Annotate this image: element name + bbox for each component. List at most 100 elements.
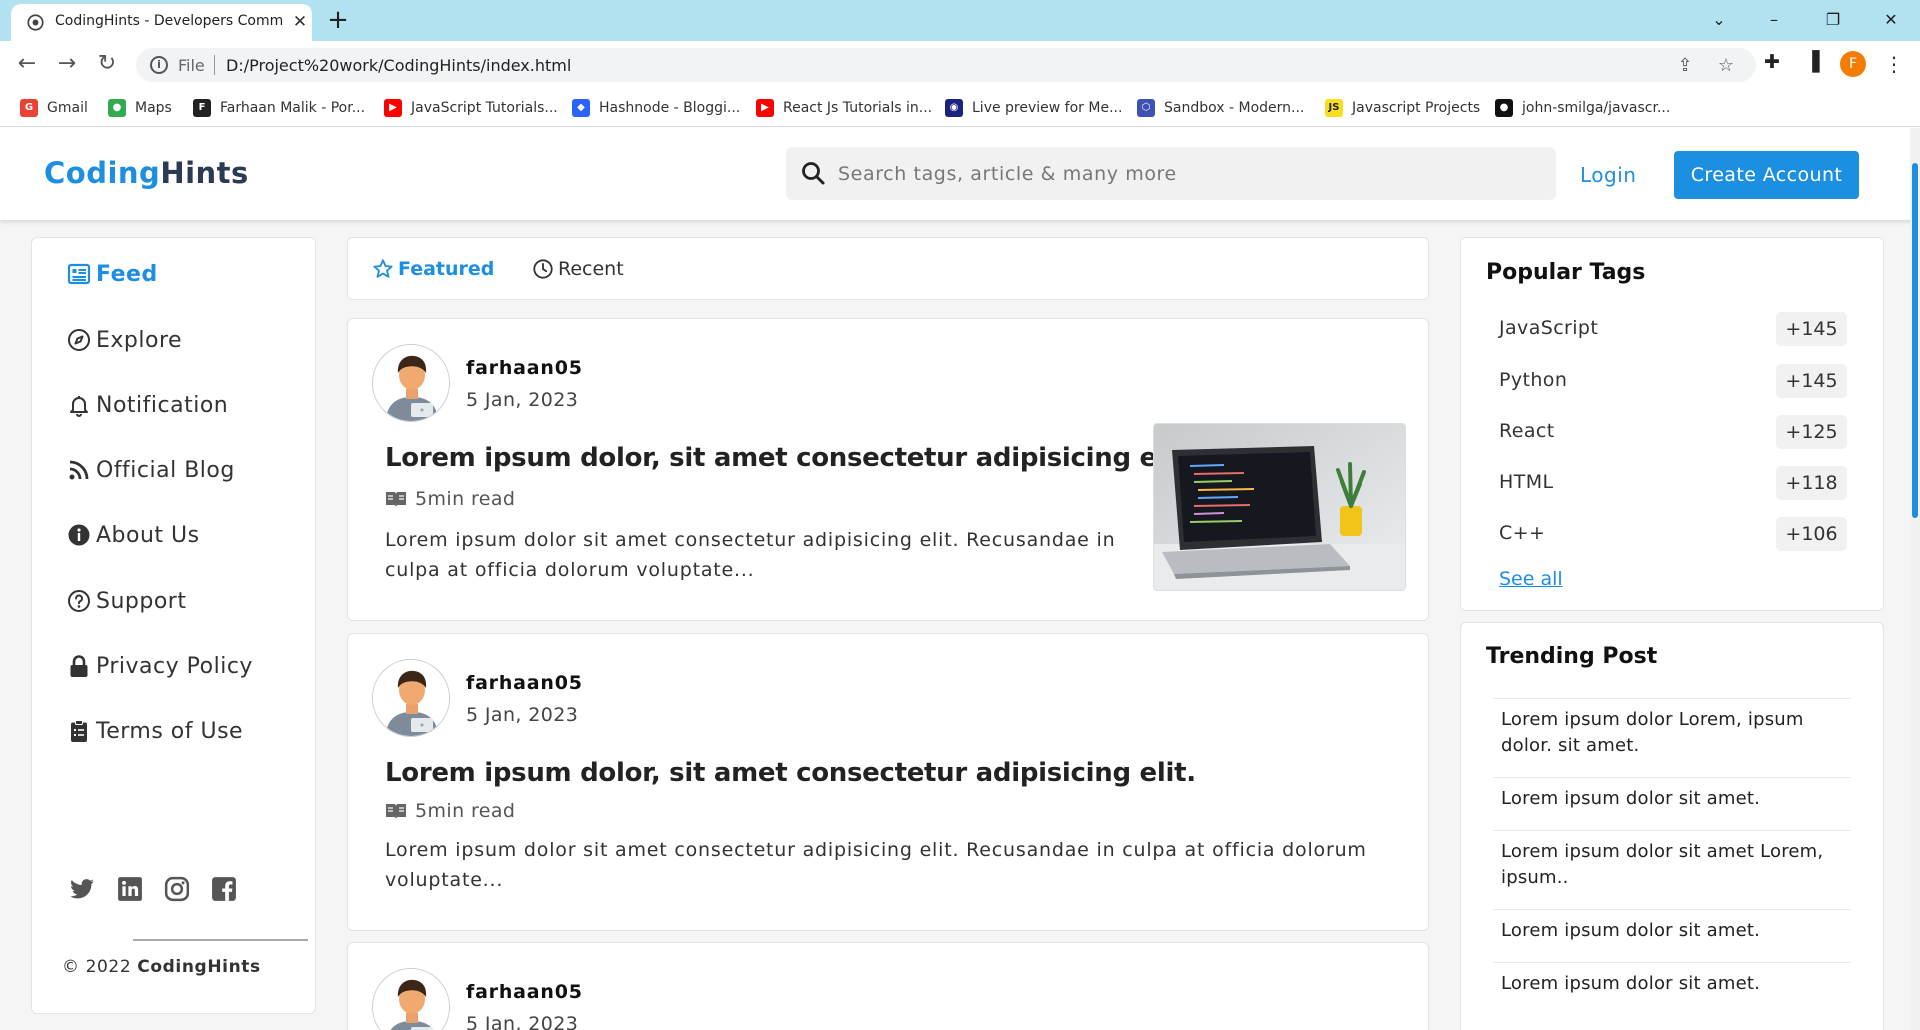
post-card[interactable]: farhaan05 5 Jan, 2023 bbox=[347, 942, 1429, 1030]
see-all-link[interactable]: See all bbox=[1499, 568, 1563, 590]
bookmark-item[interactable]: JS Javascript Projects bbox=[1325, 97, 1480, 119]
sidebar-item-notification[interactable]: Notification bbox=[67, 388, 228, 422]
globe-icon bbox=[27, 14, 44, 31]
profile-avatar[interactable]: F bbox=[1840, 51, 1866, 77]
post-thumbnail[interactable] bbox=[1153, 423, 1406, 591]
browser-toolbar: ← → ↻ i File D:/Project%20work/CodingHin… bbox=[0, 41, 1920, 89]
reload-button[interactable]: ↻ bbox=[92, 49, 122, 79]
bookmark-label: Hashnode - Bloggi... bbox=[599, 100, 741, 116]
excerpt-line: Lorem ipsum dolor sit amet consectetur a… bbox=[385, 529, 1116, 551]
search-input[interactable] bbox=[838, 147, 1538, 200]
tag-name[interactable]: JavaScript bbox=[1499, 317, 1598, 339]
star-icon bbox=[373, 259, 393, 278]
bookmark-item[interactable]: ◉ Live preview for Me... bbox=[945, 97, 1122, 119]
youtube-icon: ▶ bbox=[756, 99, 774, 117]
tag-name[interactable]: Python bbox=[1499, 369, 1567, 391]
post-card[interactable]: farhaan05 5 Jan, 2023 Lorem ipsum dolor,… bbox=[347, 633, 1429, 931]
maps-icon: ● bbox=[108, 99, 126, 117]
post-author[interactable]: farhaan05 bbox=[466, 357, 583, 379]
instagram-icon[interactable] bbox=[164, 876, 190, 902]
sidebar-item-feed[interactable]: Feed bbox=[67, 257, 158, 291]
avatar[interactable] bbox=[372, 344, 450, 422]
tag-row[interactable]: C++ +106 bbox=[1499, 517, 1849, 551]
sidebar-item-about-us[interactable]: About Us bbox=[67, 518, 200, 552]
avatar[interactable] bbox=[372, 968, 450, 1030]
info-icon[interactable]: i bbox=[150, 56, 168, 74]
browser-tab[interactable]: CodingHints - Developers Comm ✕ bbox=[11, 4, 312, 41]
bookmark-label: Maps bbox=[135, 100, 172, 116]
extensions-icon[interactable]: ✚ bbox=[1759, 49, 1785, 75]
forward-button[interactable]: → bbox=[52, 49, 82, 79]
tag-count: +145 bbox=[1776, 312, 1847, 346]
trending-item[interactable]: Lorem ipsum dolor Lorem, ipsum dolor. si… bbox=[1493, 698, 1851, 777]
sidebar-item-explore[interactable]: Explore bbox=[67, 323, 182, 357]
sidebar-item-support[interactable]: Support bbox=[67, 584, 186, 618]
tab-featured[interactable]: Featured bbox=[372, 258, 494, 280]
sidebar-item-official-blog[interactable]: Official Blog bbox=[67, 453, 235, 487]
close-window-button[interactable]: ✕ bbox=[1875, 6, 1907, 34]
sidebar-item-terms-of-use[interactable]: Terms of Use bbox=[67, 714, 243, 748]
tab-recent[interactable]: Recent bbox=[532, 258, 624, 280]
sidebar-item-label: Official Blog bbox=[96, 457, 235, 483]
bookmark-item[interactable]: ● john-smilga/javascr... bbox=[1495, 97, 1670, 119]
tag-count: +125 bbox=[1776, 415, 1847, 449]
tag-name[interactable]: C++ bbox=[1499, 522, 1545, 544]
minimize-button[interactable]: – bbox=[1758, 6, 1790, 34]
back-button[interactable]: ← bbox=[12, 49, 42, 79]
new-tab-button[interactable]: + bbox=[324, 7, 352, 35]
read-time: 5min read bbox=[385, 800, 515, 822]
linkedin-icon[interactable] bbox=[117, 876, 143, 902]
post-excerpt: Lorem ipsum dolor sit amet consectetur a… bbox=[385, 525, 1115, 585]
share-icon[interactable]: ⇪ bbox=[1674, 55, 1696, 77]
bookmark-star-icon[interactable]: ☆ bbox=[1715, 55, 1737, 77]
trending-item[interactable]: Lorem ipsum dolor sit amet Lorem, ipsum.… bbox=[1493, 830, 1851, 909]
site-logo[interactable]: CodingHints bbox=[44, 156, 249, 190]
bookmark-item[interactable]: ● Maps bbox=[108, 97, 172, 119]
bookmark-item[interactable]: G Gmail bbox=[20, 97, 88, 119]
post-author[interactable]: farhaan05 bbox=[466, 672, 583, 694]
trending-item[interactable]: Lorem ipsum dolor sit amet. bbox=[1493, 962, 1851, 1015]
tag-name[interactable]: HTML bbox=[1499, 471, 1553, 493]
post-title[interactable]: Lorem ipsum dolor, sit amet consectetur … bbox=[385, 758, 1196, 788]
address-bar[interactable]: i File D:/Project%20work/CodingHints/ind… bbox=[136, 48, 1756, 82]
post-title[interactable]: Lorem ipsum dolor, sit amet consectetur … bbox=[385, 443, 1196, 473]
question-icon bbox=[68, 590, 90, 612]
site-header: CodingHints Login Create Account bbox=[0, 128, 1920, 220]
sandbox-icon: ⬡ bbox=[1137, 99, 1155, 117]
post-card[interactable]: farhaan05 5 Jan, 2023 Lorem ipsum dolor,… bbox=[347, 318, 1429, 621]
close-tab-icon[interactable]: ✕ bbox=[289, 11, 311, 33]
bookmark-item[interactable]: F Farhaan Malik - Por... bbox=[193, 97, 365, 119]
tag-row[interactable]: HTML +118 bbox=[1499, 466, 1849, 500]
tag-row[interactable]: Python +145 bbox=[1499, 364, 1849, 398]
trending-item[interactable]: Lorem ipsum dolor sit amet. bbox=[1493, 777, 1851, 830]
restore-button[interactable]: ❐ bbox=[1817, 6, 1849, 34]
tag-row[interactable]: JavaScript +145 bbox=[1499, 312, 1849, 346]
post-author[interactable]: farhaan05 bbox=[466, 981, 583, 1003]
excerpt-line: culpa at officia dolorum voluptate... bbox=[385, 559, 755, 581]
tag-row[interactable]: React +125 bbox=[1499, 415, 1849, 449]
tab-search-icon[interactable]: ⌄ bbox=[1703, 6, 1735, 34]
create-account-button[interactable]: Create Account bbox=[1674, 151, 1859, 199]
sidebar-item-privacy-policy[interactable]: Privacy Policy bbox=[67, 649, 253, 683]
sidebar-item-label: Notification bbox=[96, 392, 229, 418]
url-text[interactable]: D:/Project%20work/CodingHints/index.html bbox=[226, 56, 571, 75]
bookmark-item[interactable]: ▶ JavaScript Tutorials... bbox=[384, 97, 558, 119]
avatar[interactable] bbox=[372, 659, 450, 737]
sidebar-item-label: Privacy Policy bbox=[96, 653, 253, 679]
bookmark-item[interactable]: ⬡ Sandbox - Modern... bbox=[1137, 97, 1304, 119]
laptop-image bbox=[1154, 424, 1405, 590]
github-icon: ● bbox=[1495, 99, 1513, 117]
sidebar-item-label: Terms of Use bbox=[96, 718, 244, 744]
twitter-icon[interactable] bbox=[69, 876, 95, 902]
search-bar[interactable] bbox=[786, 147, 1556, 200]
menu-icon[interactable]: ⋮ bbox=[1884, 50, 1904, 78]
bookmark-item[interactable]: ◆ Hashnode - Bloggi... bbox=[572, 97, 740, 119]
scrollbar-thumb[interactable] bbox=[1912, 163, 1918, 518]
login-link[interactable]: Login bbox=[1580, 163, 1636, 187]
trending-item[interactable]: Lorem ipsum dolor sit amet. bbox=[1493, 909, 1851, 962]
js-icon: JS bbox=[1325, 99, 1343, 117]
side-panel-icon[interactable]: ▐ bbox=[1799, 49, 1825, 75]
bookmark-item[interactable]: ▶ React Js Tutorials in... bbox=[756, 97, 932, 119]
tag-name[interactable]: React bbox=[1499, 420, 1555, 442]
facebook-icon[interactable] bbox=[211, 876, 237, 902]
